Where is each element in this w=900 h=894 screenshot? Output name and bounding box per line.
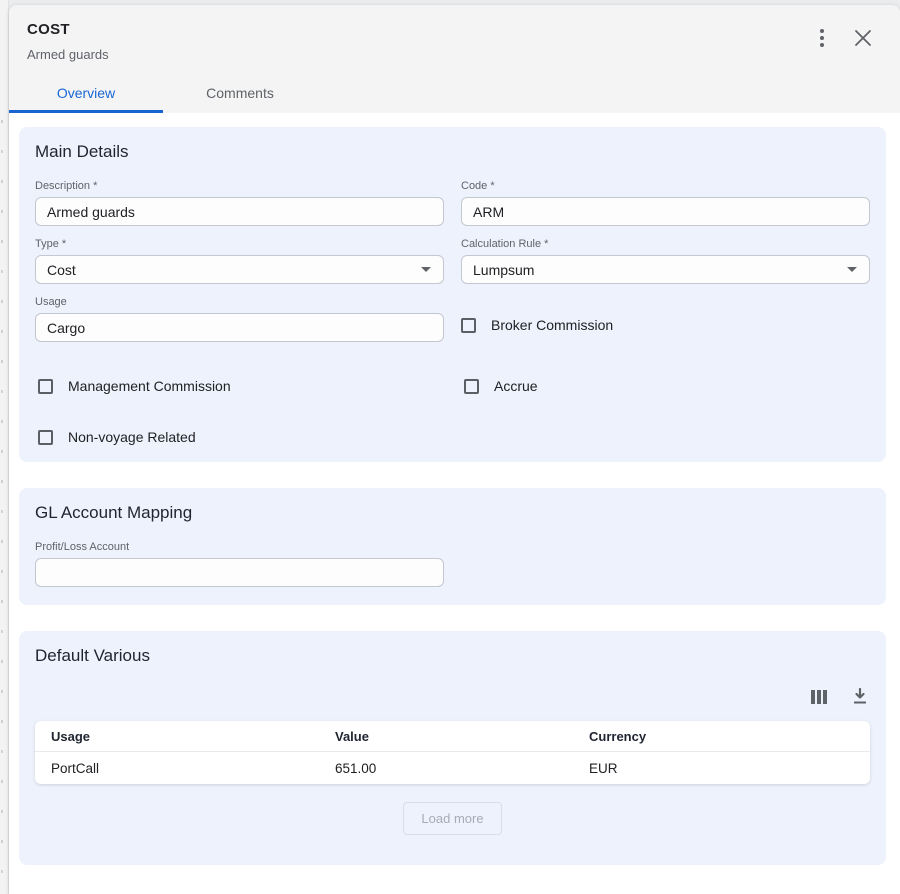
management-commission-label: Management Commission [68,378,231,394]
background-page-edge [0,0,9,894]
checkbox-icon [38,379,53,394]
cost-dialog: COST Armed guards Overview Comments Main… [9,5,900,894]
close-icon[interactable] [854,29,872,47]
non-voyage-related-label: Non-voyage Related [68,429,196,445]
table-row[interactable]: PortCall 651.00 EUR [35,752,870,784]
code-field[interactable] [461,197,870,226]
kebab-menu-icon[interactable] [818,27,826,49]
management-commission-checkbox[interactable]: Management Commission [38,378,444,394]
dialog-title: COST [27,21,900,38]
main-details-title: Main Details [35,142,870,162]
description-label: Description * [35,180,444,192]
code-label: Code * [461,180,870,192]
type-label: Type * [35,238,444,250]
calculation-rule-label: Calculation Rule * [461,238,870,250]
chevron-down-icon [847,267,857,272]
default-various-table: Usage Value Currency PortCall 651.00 EUR [35,721,870,784]
dialog-content: Main Details Description * Code * Type *… [9,113,900,865]
tab-overview[interactable]: Overview [9,75,163,113]
type-select-value: Cost [47,262,76,278]
column-header-value[interactable]: Value [319,729,573,744]
chevron-down-icon [421,267,431,272]
cell-value: 651.00 [319,761,573,776]
usage-field[interactable] [35,313,444,342]
type-select[interactable]: Cost [35,255,444,284]
main-details-section: Main Details Description * Code * Type *… [19,127,886,462]
profit-loss-account-field[interactable] [35,558,444,587]
default-various-title: Default Various [35,646,870,666]
dialog-header: COST Armed guards Overview Comments [9,5,900,113]
download-icon[interactable] [852,688,868,705]
tab-bar: Overview Comments [9,75,900,113]
accrue-label: Accrue [494,378,538,394]
profit-loss-account-label: Profit/Loss Account [35,541,444,553]
gl-account-mapping-section: GL Account Mapping Profit/Loss Account [19,488,886,605]
accrue-checkbox[interactable]: Accrue [464,378,870,394]
broker-commission-label: Broker Commission [491,317,613,333]
tab-comments[interactable]: Comments [163,75,317,113]
gl-account-mapping-title: GL Account Mapping [35,503,870,523]
table-header-row: Usage Value Currency [35,721,870,752]
broker-commission-checkbox[interactable]: Broker Commission [461,317,613,333]
cell-usage: PortCall [35,761,319,776]
checkbox-icon [461,318,476,333]
columns-icon[interactable] [810,689,828,705]
usage-label: Usage [35,296,444,308]
description-field[interactable] [35,197,444,226]
default-various-section: Default Various [19,631,886,865]
calculation-rule-select-value: Lumpsum [473,262,534,278]
background-page-ticks [1,120,3,890]
calculation-rule-select[interactable]: Lumpsum [461,255,870,284]
column-header-usage[interactable]: Usage [35,729,319,744]
checkbox-icon [38,430,53,445]
dialog-subtitle: Armed guards [27,47,900,62]
cell-currency: EUR [573,761,870,776]
load-more-button[interactable]: Load more [403,802,501,835]
non-voyage-related-checkbox[interactable]: Non-voyage Related [38,429,444,445]
checkbox-icon [464,379,479,394]
column-header-currency[interactable]: Currency [573,729,870,744]
